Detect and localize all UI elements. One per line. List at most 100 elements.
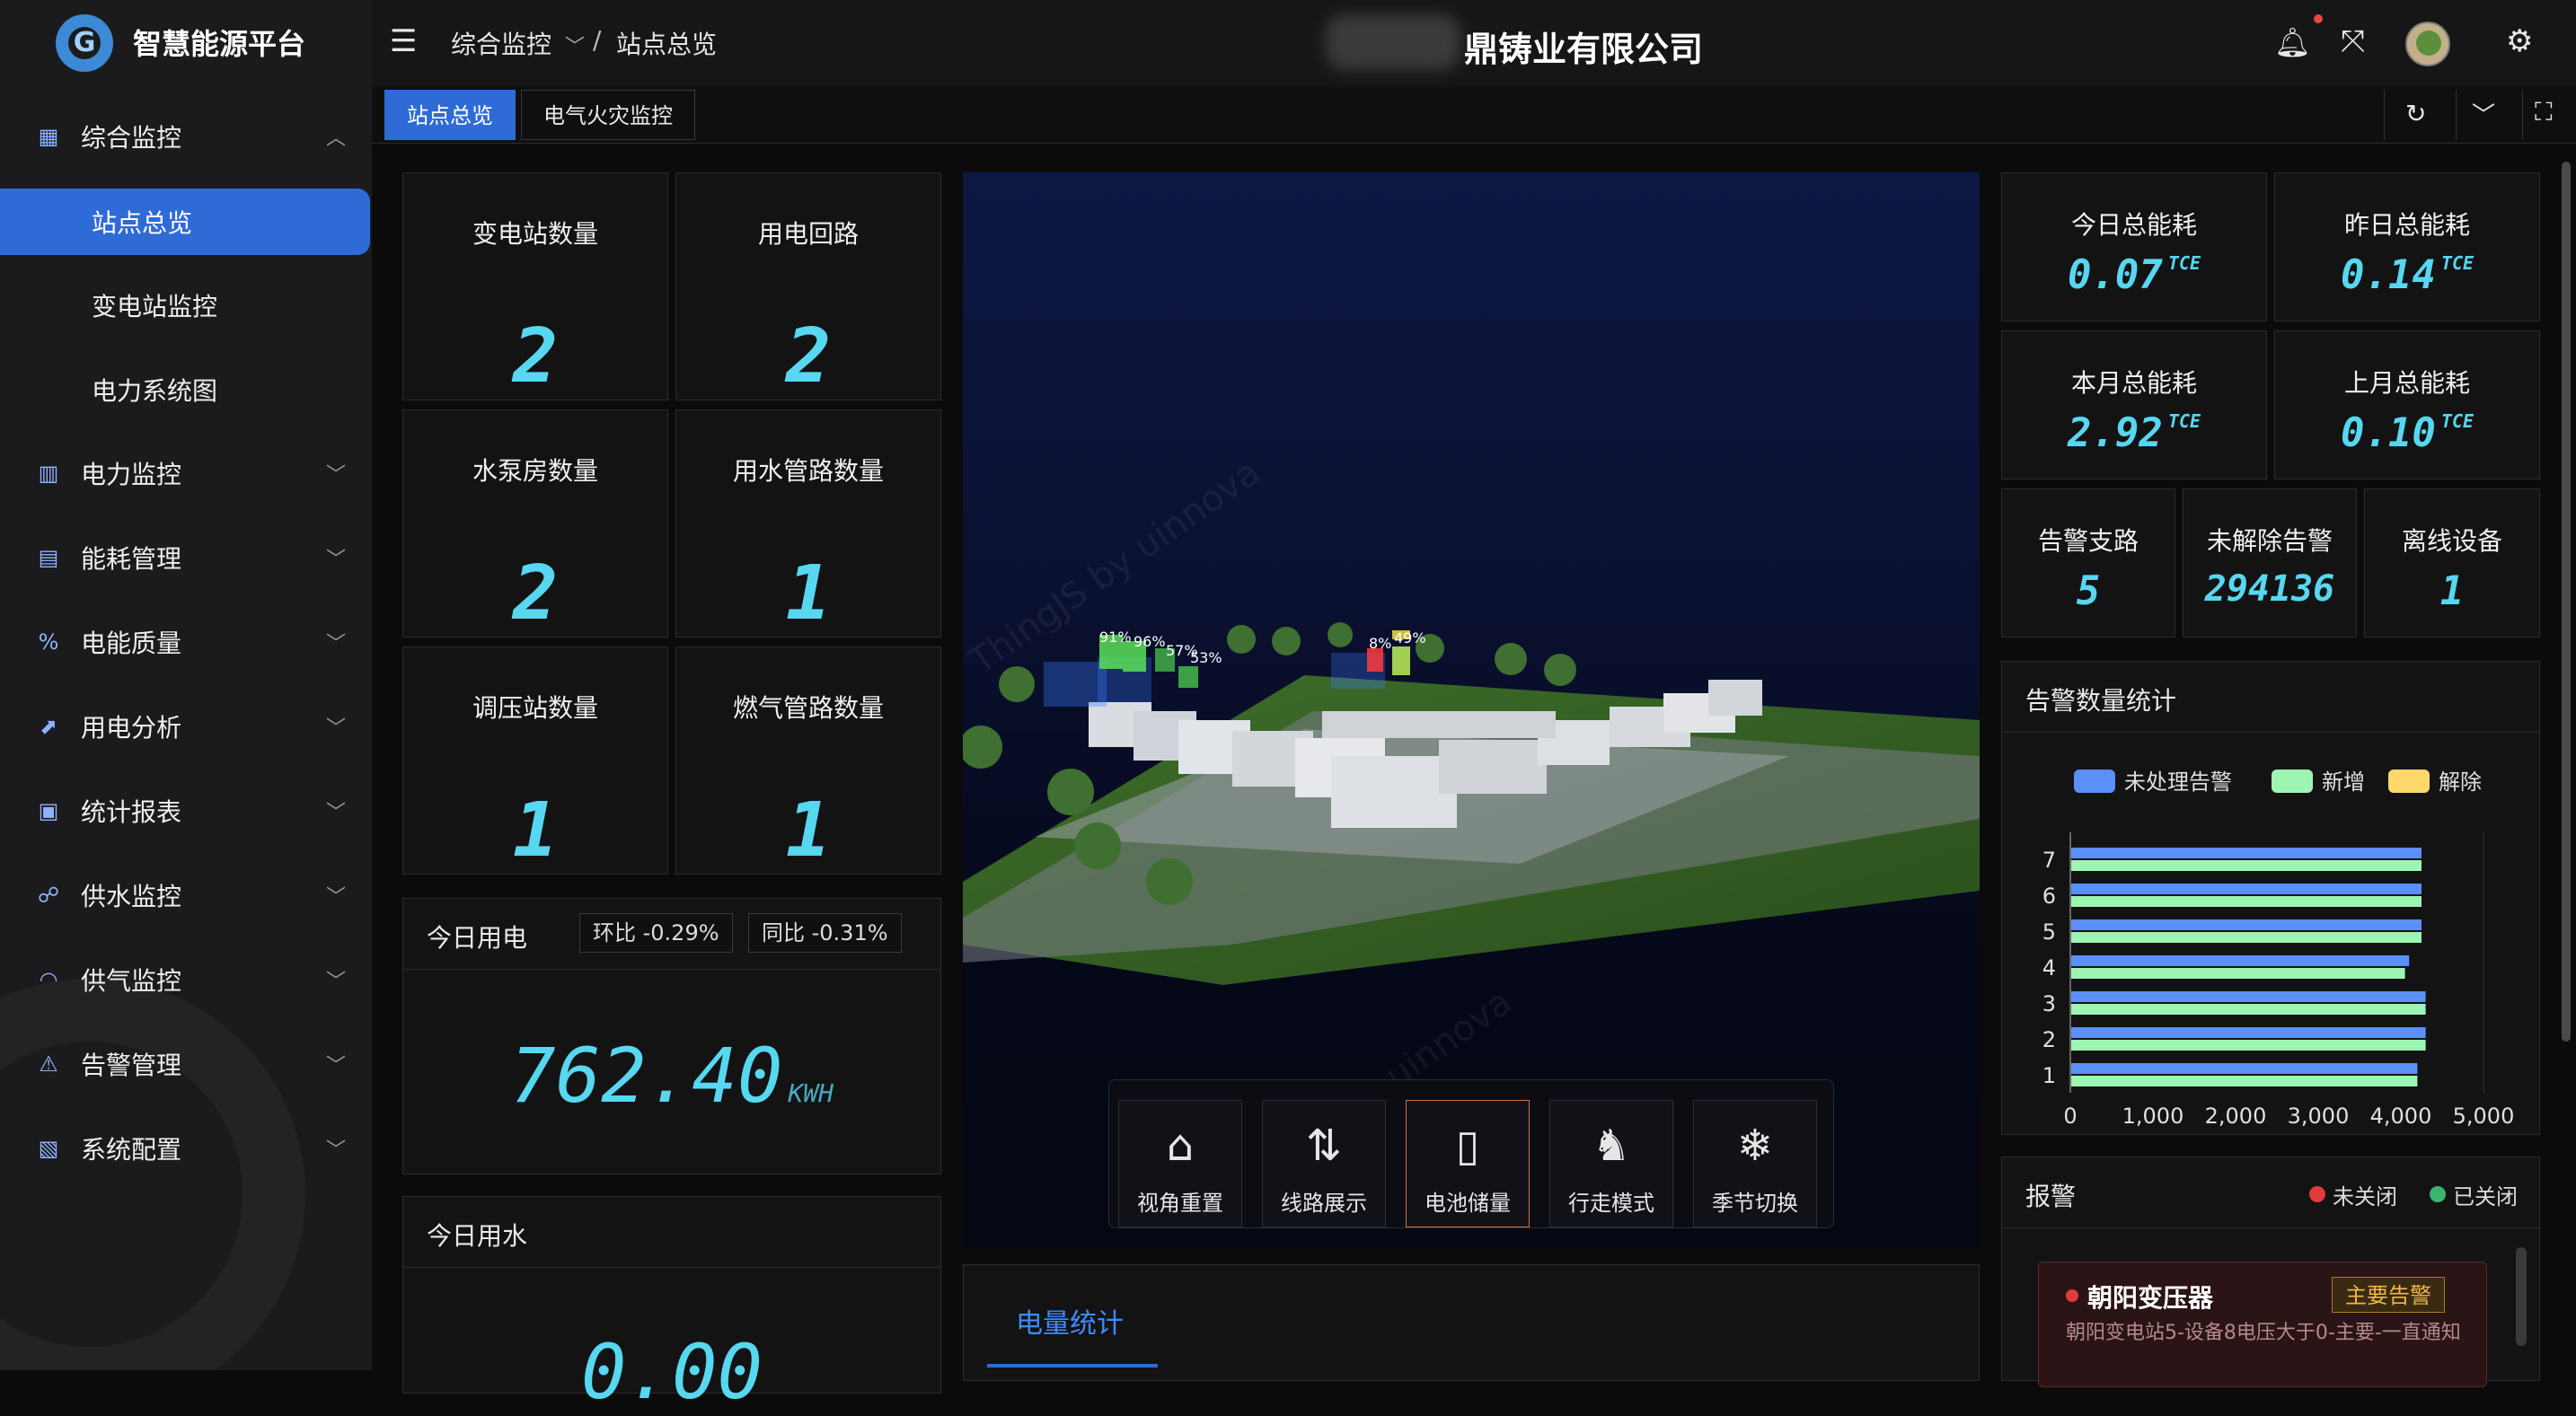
maximize-icon[interactable]: ⛶ bbox=[2535, 97, 2553, 128]
fullscreen-icon[interactable]: ⤧ bbox=[2341, 23, 2365, 59]
today-power-value: 762.40 KWH bbox=[403, 1032, 940, 1120]
sidebar-item-label: 统计报表 bbox=[81, 797, 182, 827]
show-routes-button[interactable]: ⇅ 线路展示 bbox=[1262, 1100, 1386, 1227]
alarm-stat-label: 告警支路 bbox=[2037, 526, 2139, 556]
x-tick-label: 0 bbox=[2063, 1104, 2077, 1129]
legend-label: 解除 bbox=[2439, 770, 2482, 795]
wifi-icon: ◠ bbox=[39, 967, 58, 992]
stat-card-substation-count: 变电站数量 2 bbox=[402, 172, 668, 400]
stat-card-pump-room-count: 水泵房数量 2 bbox=[402, 409, 668, 638]
alarm-item-name: 朝阳变压器 bbox=[2087, 1283, 2214, 1313]
sidebar-subitem-substation-monitor[interactable]: 变电站监控 bbox=[0, 272, 372, 339]
grid-icon: ▦ bbox=[38, 124, 59, 149]
alarm-list-panel: 报警 未关闭 已关闭 朝阳变压器 主要告警 朝阳变电站5-设备8电压大于0-主要… bbox=[2001, 1157, 2540, 1387]
sidebar-subitem-site-overview[interactable]: 站点总览 bbox=[0, 189, 370, 255]
energy-label: 本月总能耗 bbox=[2070, 368, 2197, 398]
page-scrollbar[interactable] bbox=[2562, 162, 2571, 1042]
y-tick-label: 3 bbox=[2042, 991, 2056, 1016]
sidebar-item-power-quality[interactable]: % 电能质量 ﹀ bbox=[0, 606, 372, 678]
battery-percent-label: 53% bbox=[1190, 649, 1222, 666]
mom-chip: 环比 -0.29% bbox=[579, 913, 733, 953]
bar-new bbox=[2071, 860, 2422, 871]
bar-new bbox=[2071, 1004, 2426, 1015]
sidebar-subitem-power-diagram[interactable]: 电力系统图 bbox=[0, 356, 372, 423]
sidebar-item-statistics-report[interactable]: ▣ 统计报表 ﹀ bbox=[0, 775, 372, 847]
stat-value: 1 bbox=[785, 549, 832, 637]
bar-unprocessed bbox=[2071, 1063, 2418, 1074]
today-water-value: 0.00 bbox=[580, 1328, 763, 1416]
stat-value: 2 bbox=[512, 549, 559, 637]
energy-value: 0.10 TCE bbox=[2275, 410, 2539, 456]
chevron-down-icon: ﹀ bbox=[325, 971, 346, 993]
report-icon: ▣ bbox=[38, 798, 59, 823]
bar-unprocessed bbox=[2071, 848, 2422, 858]
chevron-down-icon: ﹀ bbox=[325, 717, 346, 740]
bell-icon[interactable]: 🔔︎ bbox=[2274, 25, 2311, 59]
power-value-number: 762.40 bbox=[509, 1032, 783, 1120]
gear-icon[interactable]: ⚙ bbox=[2506, 23, 2533, 59]
battery-percent-label: 96% bbox=[1134, 633, 1166, 650]
footprint-icon: ♞ bbox=[1592, 1121, 1631, 1171]
stat-value: 1 bbox=[785, 786, 832, 874]
today-water-panel: 今日用水 0.00 bbox=[402, 1196, 941, 1416]
energy-value: 0.07 TCE bbox=[2002, 252, 2266, 298]
energy-unit: TCE bbox=[2440, 252, 2475, 274]
tab-site-overview[interactable]: 站点总览 bbox=[384, 90, 516, 140]
scrollbar-thumb[interactable] bbox=[2516, 1247, 2527, 1346]
stat-value: 1 bbox=[512, 786, 559, 874]
sidebar-item-power-monitor[interactable]: ▥ 电力监控 ﹀ bbox=[0, 437, 372, 509]
sidebar-item-label: 供水监控 bbox=[81, 882, 182, 911]
yoy-chip: 同比 -0.31% bbox=[748, 913, 902, 953]
bar-new bbox=[2071, 1076, 2418, 1086]
legend-swatch bbox=[2074, 770, 2115, 793]
alarm-level-badge: 主要告警 bbox=[2332, 1277, 2445, 1313]
sidebar-item-gas-monitor[interactable]: ◠ 供气监控 ﹀ bbox=[0, 944, 372, 1016]
energy-value-number: 2.92 bbox=[2067, 410, 2163, 456]
y-tick-label: 2 bbox=[2042, 1027, 2056, 1052]
alarm-item[interactable]: 朝阳变压器 主要告警 朝阳变电站5-设备8电压大于0-主要-一直通知 bbox=[2038, 1262, 2487, 1387]
bar-unprocessed bbox=[2071, 955, 2410, 966]
legend-swatch bbox=[2272, 770, 2313, 793]
sidebar-item-system-config[interactable]: ▧ 系统配置 ﹀ bbox=[0, 1113, 372, 1184]
menu-fold-icon[interactable]: ☰ bbox=[390, 23, 417, 59]
walk-mode-button[interactable]: ♞ 行走模式 bbox=[1549, 1100, 1673, 1227]
season-switch-button[interactable]: ❄ 季节切换 bbox=[1693, 1100, 1817, 1227]
sidebar-item-energy-management[interactable]: ▤ 能耗管理 ﹀ bbox=[0, 522, 372, 594]
tab-bar bbox=[372, 86, 2576, 144]
bar-unprocessed bbox=[2071, 1027, 2426, 1038]
refresh-icon[interactable]: ↻ bbox=[2405, 99, 2426, 128]
bar-unprocessed bbox=[2071, 991, 2426, 1002]
stat-label: 水泵房数量 bbox=[472, 456, 598, 486]
scene-control-bar: ⌂ 视角重置 ⇅ 线路展示 ▯ 电池储量 ♞ 行走模式 ❄ 季节切换 bbox=[1108, 1079, 1834, 1228]
energy-label: 上月总能耗 bbox=[2343, 368, 2470, 398]
sidebar-item-label: 供气监控 bbox=[81, 966, 182, 996]
panel-title: 今日用电 bbox=[427, 923, 528, 953]
x-tick-label: 3,000 bbox=[2288, 1104, 2350, 1129]
sidebar-item-label: 电能质量 bbox=[81, 629, 182, 658]
alarm-stat-offline: 离线设备 1 bbox=[2364, 488, 2540, 638]
avatar[interactable] bbox=[2405, 22, 2450, 66]
sidebar-item-alarm-management[interactable]: ⚠ 告警管理 ﹀ bbox=[0, 1028, 372, 1100]
energy-value-number: 0.10 bbox=[2340, 410, 2436, 456]
sidebar-subitem-label: 变电站监控 bbox=[92, 292, 218, 321]
battery-storage-button[interactable]: ▯ 电池储量 bbox=[1406, 1100, 1530, 1227]
breadcrumb-item[interactable]: 综合监控 ﹀ bbox=[451, 25, 585, 61]
tab-electric-fire-monitor[interactable]: 电气火灾监控 bbox=[521, 90, 695, 140]
sidebar-item-water-monitor[interactable]: ☍ 供水监控 ﹀ bbox=[0, 859, 372, 931]
bar-new bbox=[2071, 1040, 2426, 1051]
reset-view-button[interactable]: ⌂ 视角重置 bbox=[1118, 1100, 1242, 1227]
energy-label: 昨日总能耗 bbox=[2343, 210, 2470, 240]
control-label: 季节切换 bbox=[1712, 1191, 1798, 1216]
energy-unit: TCE bbox=[2440, 410, 2475, 432]
legend-label: 未处理告警 bbox=[2124, 770, 2232, 795]
stat-label: 燃气管路数量 bbox=[732, 693, 884, 723]
legend-swatch bbox=[2388, 770, 2430, 793]
sidebar-item-comprehensive-monitor[interactable]: ▦ 综合监控 ︿ bbox=[0, 101, 372, 172]
3d-scene-viewport[interactable]: 91% 96% 57% 53% 8% 49% ThingJS by uinnov… bbox=[963, 172, 1980, 1246]
chevron-down-icon[interactable]: ﹀ bbox=[2472, 97, 2495, 130]
y-tick-label: 4 bbox=[2042, 955, 2056, 981]
chevron-down-icon: ﹀ bbox=[325, 633, 346, 655]
energy-value: 0.14 TCE bbox=[2275, 252, 2539, 298]
tab-electricity-stats[interactable]: 电量统计 bbox=[1016, 1301, 1124, 1341]
sidebar-item-usage-analysis[interactable]: ⬈ 用电分析 ﹀ bbox=[0, 690, 372, 762]
